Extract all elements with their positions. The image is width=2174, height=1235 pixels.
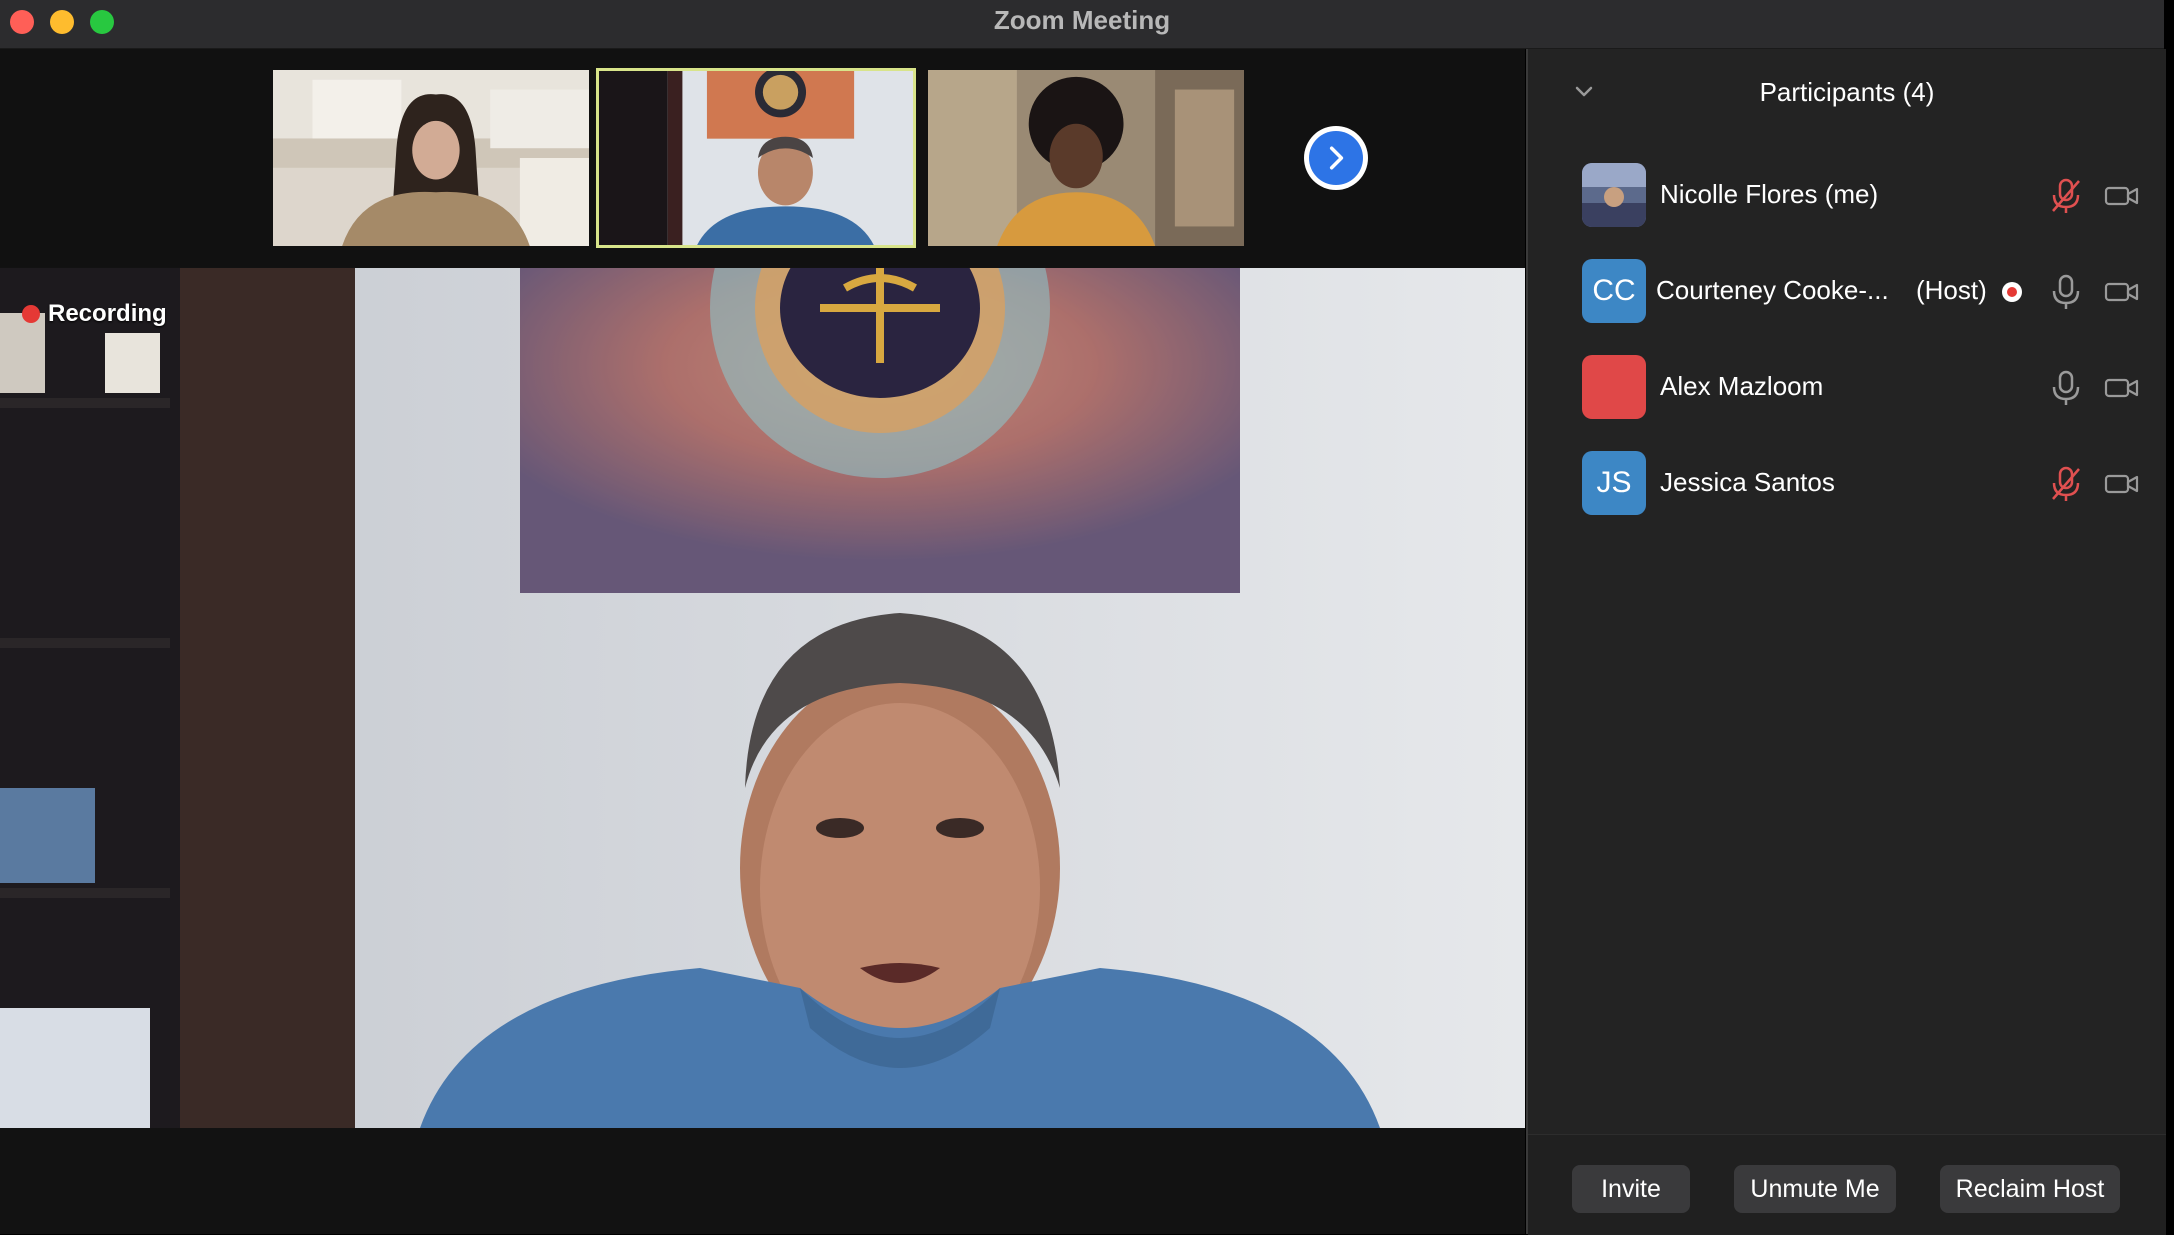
participants-panel: Participants (4) Nicolle Flores (me) CC … [1526,49,2166,1235]
mic-muted-icon[interactable] [2049,177,2083,215]
participant-thumbnail-active[interactable] [596,68,916,248]
recording-label: Recording [48,300,167,327]
mic-muted-icon[interactable] [2049,465,2083,503]
video-off-icon[interactable] [2104,277,2140,307]
recording-indicator: Recording [22,300,167,328]
recording-dot-icon [22,305,40,323]
video-off-icon[interactable] [2104,181,2140,211]
active-speaker-video: Recording [0,268,1525,1128]
avatar: JS [1582,451,1646,515]
unmute-me-button[interactable]: Unmute Me [1734,1165,1896,1213]
recording-icon [2002,282,2022,302]
participant-thumbnail[interactable] [926,68,1246,248]
panel-footer: Invite Unmute Me Reclaim Host [1528,1134,2166,1235]
chevron-right-icon [1309,131,1363,185]
participants-list: Nicolle Flores (me) CC Courteney Cooke-.… [1528,149,2166,533]
panel-header: Participants (4) [1528,49,2166,139]
window-title: Zoom Meeting [993,5,1171,35]
video-off-icon[interactable] [2104,373,2140,403]
host-label: (Host) [1916,275,1987,305]
invite-button[interactable]: Invite [1572,1165,1690,1213]
thumbnail-strip [0,49,1525,267]
avatar: CC [1582,259,1646,323]
video-area: Recording [0,49,1525,1234]
participant-name: Courteney Cooke-... [1656,275,1889,305]
participant-thumbnail[interactable] [271,68,591,248]
participant-name: Jessica Santos [1660,467,1835,497]
participants-title: Participants (4) [1759,77,1935,107]
participant-row[interactable]: JS Jessica Santos [1528,437,2166,533]
next-page-button[interactable] [1304,126,1368,190]
participant-name: Nicolle Flores (me) [1660,179,1879,209]
title-bar: Zoom Meeting [0,0,2164,49]
participant-row[interactable]: Nicolle Flores (me) [1528,149,2166,245]
participant-name: Alex Mazloom [1660,371,1824,401]
reclaim-host-button[interactable]: Reclaim Host [1940,1165,2120,1213]
video-off-icon[interactable] [2104,469,2140,499]
mic-icon[interactable] [2049,369,2083,407]
participant-row[interactable]: Alex Mazloom [1528,341,2166,437]
avatar [1582,163,1646,227]
mic-icon[interactable] [2049,273,2083,311]
participant-row[interactable]: CC Courteney Cooke-... (Host) [1528,245,2166,341]
avatar [1582,355,1646,419]
